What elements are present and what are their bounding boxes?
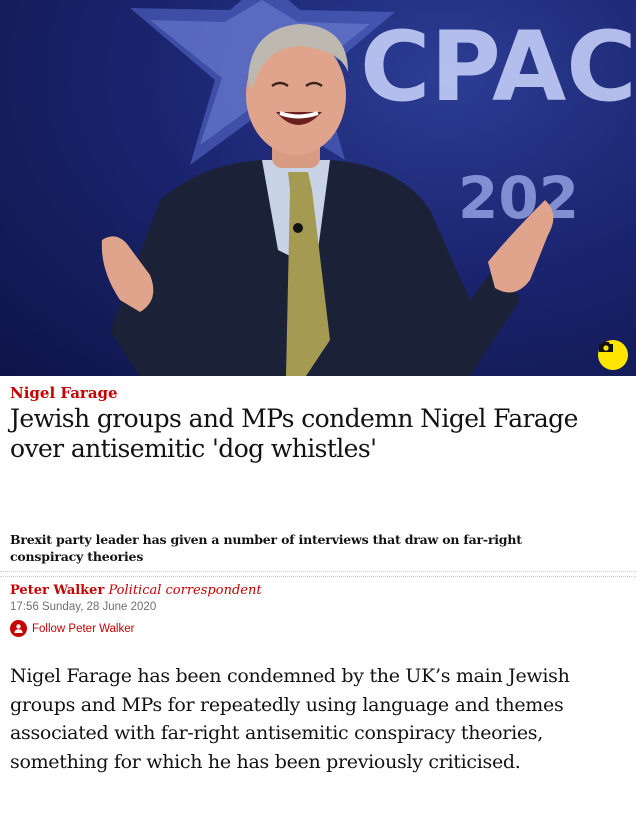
- byline: Peter Walker Political correspondent: [10, 583, 262, 598]
- author-role: Political correspondent: [108, 583, 262, 598]
- lapel-mic-shape: [293, 223, 303, 233]
- divider: [0, 576, 636, 577]
- divider: [0, 571, 636, 572]
- hero-illustration: CPAC 202: [101, 0, 636, 376]
- article-standfirst: Brexit party leader has given a number o…: [10, 532, 522, 564]
- backdrop-cpac-text: CPAC: [360, 11, 636, 123]
- article-body: Nigel Farage has been condemned by the U…: [10, 665, 570, 773]
- follow-label: Follow Peter Walker: [32, 622, 135, 635]
- hero-photo: CPAC 202: [0, 0, 636, 376]
- camera-button[interactable]: [598, 340, 628, 370]
- section-kicker[interactable]: Nigel Farage: [10, 384, 118, 402]
- camera-icon: [599, 342, 613, 352]
- follow-author-button[interactable]: Follow Peter Walker: [10, 620, 134, 637]
- person-add-icon: [10, 620, 27, 637]
- author-name-link[interactable]: Peter Walker: [10, 583, 104, 598]
- publish-dateline: 17:56 Sunday, 28 June 2020: [10, 601, 157, 613]
- backdrop-year-text: 202: [458, 164, 579, 232]
- article-headline: Jewish groups and MPs condemn Nigel Fara…: [10, 404, 578, 463]
